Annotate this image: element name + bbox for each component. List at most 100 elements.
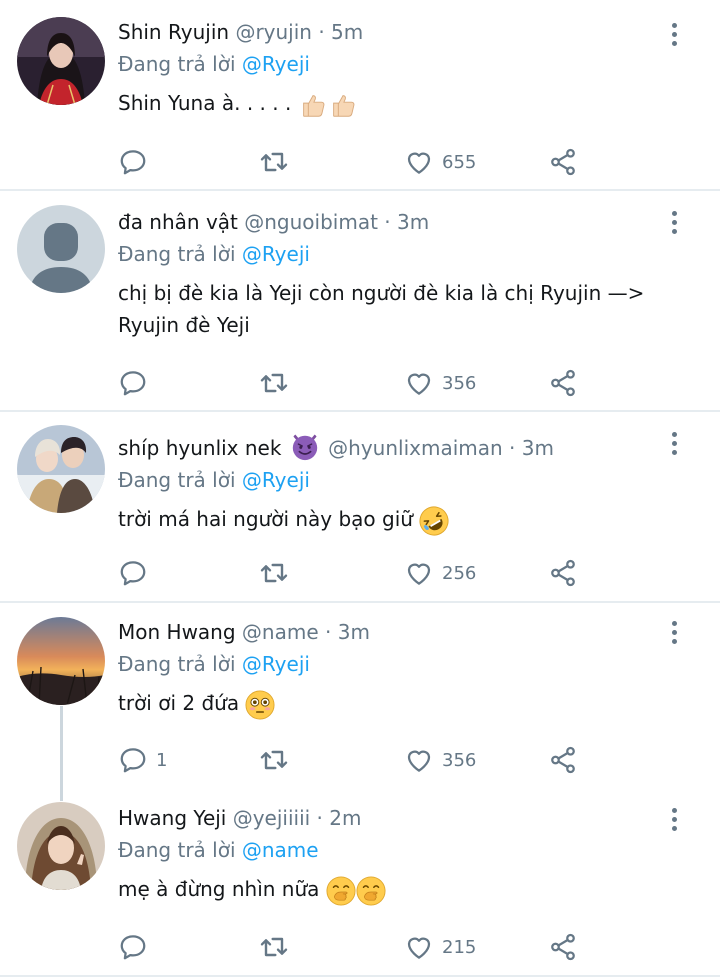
dot [671, 431, 677, 437]
display-name[interactable]: Mon Hwang [118, 620, 236, 644]
tweet-header: Shin Ryujin @ryujin · 5m [118, 19, 660, 45]
display-name[interactable]: Shin Ryujin [118, 20, 229, 44]
tweet-text: Shin Yuna à. . . . . [118, 87, 660, 120]
tweet[interactable]: đa nhân vật @nguoibimat · 3m Đang trả lờ… [0, 191, 720, 410]
retweet-button[interactable] [258, 930, 290, 964]
more-options-button[interactable] [664, 209, 684, 235]
reply-button[interactable] [118, 556, 156, 590]
more-options-button[interactable] [664, 619, 684, 645]
reply-count: 1 [156, 749, 168, 771]
avatar[interactable] [17, 17, 105, 105]
handle-and-time: @nguoibimat · 3m [244, 210, 430, 234]
display-name[interactable]: Hwang Yeji [118, 806, 226, 830]
dot [671, 22, 677, 28]
replying-to: Đang trả lời @Ryeji [118, 241, 660, 267]
like-button[interactable]: 215 [404, 930, 476, 964]
dot [671, 449, 677, 455]
reply-icon [118, 147, 148, 177]
retweet-button[interactable] [258, 556, 290, 590]
tweet-text: chị bị đè kia là Yeji còn người đè kia l… [118, 277, 660, 341]
like-count: 356 [442, 372, 477, 394]
dot [671, 210, 677, 216]
share-icon [548, 932, 578, 962]
avatar[interactable] [17, 802, 105, 890]
tweet-actions: 655 [118, 145, 588, 179]
replying-to-handle[interactable]: @Ryeji [242, 52, 310, 76]
share-button[interactable] [548, 366, 578, 400]
tweet-text-content: mẹ à đừng nhìn nữa [118, 877, 320, 901]
share-icon [548, 368, 578, 398]
tweet-actions: 215 [118, 930, 588, 964]
heart-icon [404, 932, 434, 962]
like-count: 215 [442, 936, 477, 958]
heart-icon [404, 147, 434, 177]
dot [671, 228, 677, 234]
like-button[interactable]: 356 [404, 743, 476, 777]
share-button[interactable] [548, 930, 578, 964]
replying-to-handle[interactable]: @name [242, 838, 319, 862]
dot [671, 620, 677, 626]
retweet-button[interactable] [258, 145, 290, 179]
heart-icon [404, 558, 434, 588]
dot [671, 629, 677, 635]
avatar[interactable] [17, 205, 105, 293]
dot [671, 219, 677, 225]
tweet[interactable]: shíp hyunlix nek @hyunlixmaiman · 3m Đan… [0, 412, 720, 601]
display-name[interactable]: shíp hyunlix nek [118, 436, 281, 460]
dot [671, 638, 677, 644]
tweet-actions: 356 [118, 366, 588, 400]
share-icon [548, 558, 578, 588]
avatar[interactable] [17, 617, 105, 705]
display-name[interactable]: đa nhân vật [118, 210, 238, 234]
share-button[interactable] [548, 556, 578, 590]
replying-to-handle[interactable]: @Ryeji [242, 652, 310, 676]
tweet-header: Hwang Yeji @yejiiiii · 2m [118, 805, 660, 831]
retweet-button[interactable] [258, 743, 290, 777]
tweet-header: đa nhân vật @nguoibimat · 3m [118, 209, 660, 235]
reply-button[interactable] [118, 930, 156, 964]
tweet-actions: 1 356 [118, 743, 588, 777]
dot [671, 440, 677, 446]
replying-to: Đang trả lời @Ryeji [118, 467, 660, 493]
share-icon [548, 745, 578, 775]
share-button[interactable] [548, 743, 578, 777]
reply-button[interactable] [118, 366, 156, 400]
like-button[interactable]: 356 [404, 366, 476, 400]
reply-button[interactable] [118, 145, 156, 179]
replying-to: Đang trả lời @Ryeji [118, 51, 660, 77]
retweet-icon [258, 367, 290, 399]
retweet-icon [258, 931, 290, 963]
thumbs-up-icon [328, 90, 358, 120]
replying-to-handle[interactable]: @Ryeji [242, 242, 310, 266]
reply-button[interactable]: 1 [118, 743, 167, 777]
like-button[interactable]: 655 [404, 145, 476, 179]
like-count: 356 [442, 749, 477, 771]
share-button[interactable] [548, 145, 578, 179]
like-count: 655 [442, 151, 477, 173]
tweet[interactable]: Mon Hwang @name · 3m Đang trả lời @Ryeji… [0, 603, 720, 788]
like-button[interactable]: 256 [404, 556, 476, 590]
heart-icon [404, 745, 434, 775]
tweet-actions: 256 [118, 556, 588, 590]
tweet[interactable]: Shin Ryujin @ryujin · 5m Đang trả lời @R… [0, 0, 720, 189]
hand-over-mouth-icon [326, 876, 356, 906]
replying-to: Đang trả lời @name [118, 837, 660, 863]
retweet-button[interactable] [258, 366, 290, 400]
handle-and-time: @hyunlixmaiman · 3m [328, 436, 554, 460]
tweet-text-content: trời má hai người này bạo giữ [118, 507, 413, 531]
dot [671, 816, 677, 822]
flushed-face-icon [245, 690, 275, 720]
dot [671, 31, 677, 37]
heart-icon [404, 368, 434, 398]
more-options-button[interactable] [664, 430, 684, 456]
tweet-text-content: Shin Yuna à. . . . . [118, 91, 292, 115]
reply-icon [118, 558, 148, 588]
avatar[interactable] [17, 425, 105, 513]
replying-to-handle[interactable]: @Ryeji [242, 468, 310, 492]
tweet[interactable]: Hwang Yeji @yejiiiii · 2m Đang trả lời @… [0, 788, 720, 975]
more-options-button[interactable] [664, 806, 684, 832]
more-options-button[interactable] [664, 21, 684, 47]
dot [671, 807, 677, 813]
dot [671, 40, 677, 46]
reply-prefix: Đang trả lời [118, 838, 236, 862]
